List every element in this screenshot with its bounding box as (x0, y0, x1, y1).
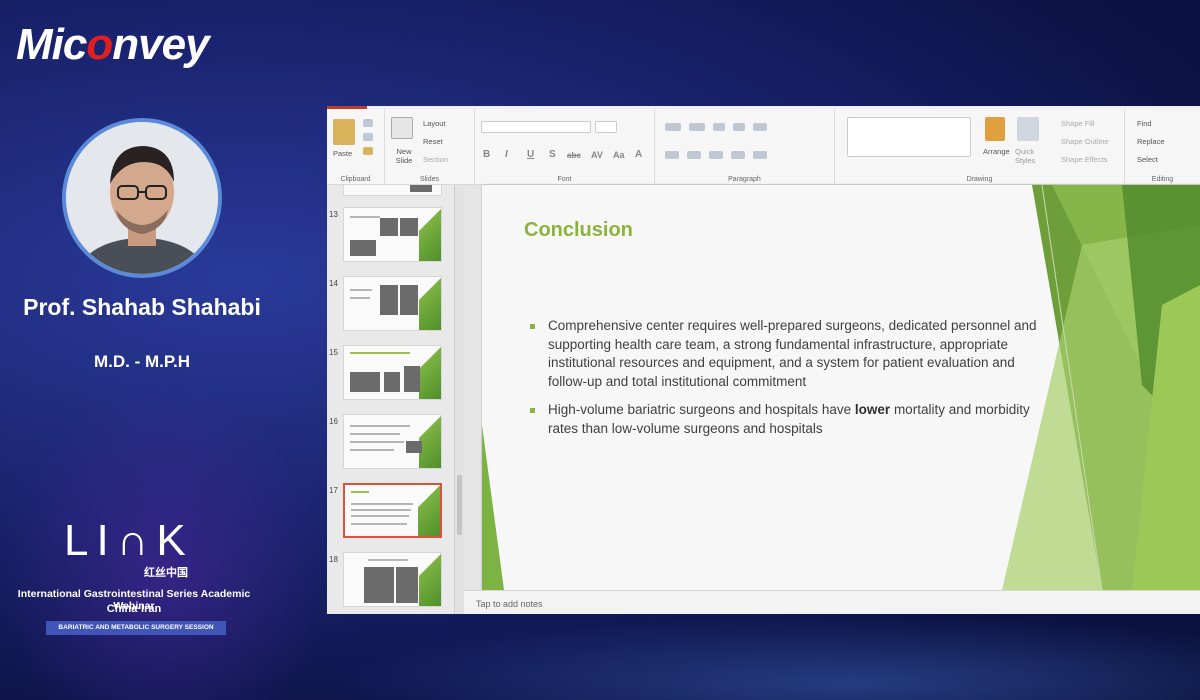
session-badge: BARIATRIC AND METABOLIC SURGERY SESSION (46, 621, 226, 635)
font-group-label: Font (557, 176, 572, 183)
columns-icon[interactable] (753, 151, 767, 159)
copy-icon[interactable] (363, 133, 373, 141)
reset-button[interactable]: Reset (423, 137, 443, 146)
bold-button[interactable]: B (483, 149, 490, 160)
ribbon-toolbar: Paste Clipboard New Slide Layout Reset S… (327, 109, 1200, 185)
slide-thumbnail-14[interactable] (343, 276, 442, 331)
layout-button[interactable]: Layout (423, 119, 446, 128)
arrange-icon[interactable] (985, 117, 1005, 141)
quick-styles-button[interactable]: Quick Styles (1015, 147, 1045, 165)
clipboard-group: Paste Clipboard (327, 109, 385, 185)
arrange-button[interactable]: Arrange (983, 147, 1010, 156)
powerpoint-window: Paste Clipboard New Slide Layout Reset S… (327, 106, 1200, 614)
align-right-icon[interactable] (709, 151, 723, 159)
new-slide-icon[interactable] (391, 117, 413, 139)
shapes-gallery[interactable] (847, 117, 971, 157)
notes-placeholder: Tap to add notes (476, 599, 543, 609)
editing-group-label: Editing (1151, 176, 1174, 183)
justify-icon[interactable] (731, 151, 745, 159)
section-button[interactable]: Section (423, 155, 448, 164)
slide-body: Comprehensive center requires well-prepa… (528, 317, 1048, 448)
line-spacing-icon[interactable] (753, 123, 767, 131)
slide-thumbnail-pane: 13 14 15 16 17 18 (327, 185, 455, 614)
character-spacing-button[interactable]: AV (591, 150, 603, 160)
paste-button[interactable]: Paste (333, 149, 352, 158)
notes-pane[interactable]: Tap to add notes (464, 590, 1200, 614)
slides-group-label: Slides (419, 176, 440, 183)
slide-thumbnail-12[interactable] (343, 185, 442, 196)
current-slide[interactable]: Conclusion Comprehensive center requires… (482, 185, 1200, 590)
webinar-countries: China·Iran (106, 603, 162, 615)
shape-fill-button[interactable]: Shape Fill (1061, 119, 1094, 128)
thumbnail-scrollbar[interactable] (455, 185, 464, 614)
speaker-name: Prof. Shahab Shahabi (23, 294, 261, 320)
slide-thumbnail-17[interactable] (343, 483, 442, 538)
align-left-icon[interactable] (665, 151, 679, 159)
paragraph-group-label: Paragraph (728, 176, 761, 183)
numbering-icon[interactable] (689, 123, 705, 131)
slide-number: 14 (329, 279, 338, 288)
change-case-button[interactable]: Aa (613, 150, 625, 160)
paste-icon[interactable] (333, 119, 355, 145)
slide-thumbnail-16[interactable] (343, 414, 442, 469)
shape-outline-button[interactable]: Shape Outline (1061, 137, 1109, 146)
underline-button[interactable]: U (527, 149, 534, 160)
slides-group: New Slide Layout Reset Section Slides (385, 109, 475, 185)
slide-thumbnail-18[interactable] (343, 552, 442, 607)
slide-title: Conclusion (524, 219, 633, 241)
slide-thumbnail-15[interactable] (343, 345, 442, 400)
strikethrough-button[interactable]: abc (567, 151, 581, 160)
font-name-select[interactable] (481, 121, 591, 133)
italic-button[interactable]: I (505, 149, 508, 160)
slide-number: 13 (329, 210, 338, 219)
slide-thumbnail-13[interactable] (343, 207, 442, 262)
drawing-group: Arrange Quick Styles Shape Fill Shape Ou… (835, 109, 1125, 185)
bullets-icon[interactable] (665, 123, 681, 131)
font-size-select[interactable] (595, 121, 617, 133)
shape-effects-button[interactable]: Shape Effects (1061, 155, 1108, 164)
align-center-icon[interactable] (687, 151, 701, 159)
drawing-group-label: Drawing (966, 176, 993, 183)
paragraph-group: Paragraph (655, 109, 835, 185)
speaker-credentials: M.D. - M.P.H (93, 352, 191, 371)
font-group: B I U S abc AV Aa A Font (475, 109, 655, 185)
format-painter-icon[interactable] (363, 147, 373, 155)
shadow-button[interactable]: S (549, 149, 556, 160)
background-world-map (330, 615, 1200, 700)
editing-group: Find Replace Select Editing (1125, 109, 1200, 185)
clipboard-group-label: Clipboard (340, 176, 371, 183)
link-logo-subtitle: 红丝中国 (144, 567, 188, 579)
select-button[interactable]: Select (1137, 155, 1158, 164)
new-slide-button[interactable]: New Slide (389, 147, 419, 165)
speaker-avatar (62, 118, 222, 278)
slide-number: 17 (329, 486, 338, 495)
slide-number: 15 (329, 348, 338, 357)
slide-editor: Conclusion Comprehensive center requires… (464, 185, 1200, 614)
cut-icon[interactable] (363, 119, 373, 127)
quick-styles-icon[interactable] (1017, 117, 1039, 141)
bullet-point-1: Comprehensive center requires well-prepa… (528, 317, 1048, 391)
slide-number: 16 (329, 417, 338, 426)
bullet-point-2: High-volume bariatric surgeons and hospi… (528, 401, 1048, 438)
slide-number: 18 (329, 555, 338, 564)
decrease-indent-icon[interactable] (713, 123, 725, 131)
increase-indent-icon[interactable] (733, 123, 745, 131)
font-color-button[interactable]: A (635, 149, 642, 160)
replace-button[interactable]: Replace (1137, 137, 1165, 146)
link-event-logo: LI∩K (64, 516, 194, 565)
find-button[interactable]: Find (1137, 119, 1152, 128)
miconvey-logo: Miconvey (16, 20, 210, 69)
